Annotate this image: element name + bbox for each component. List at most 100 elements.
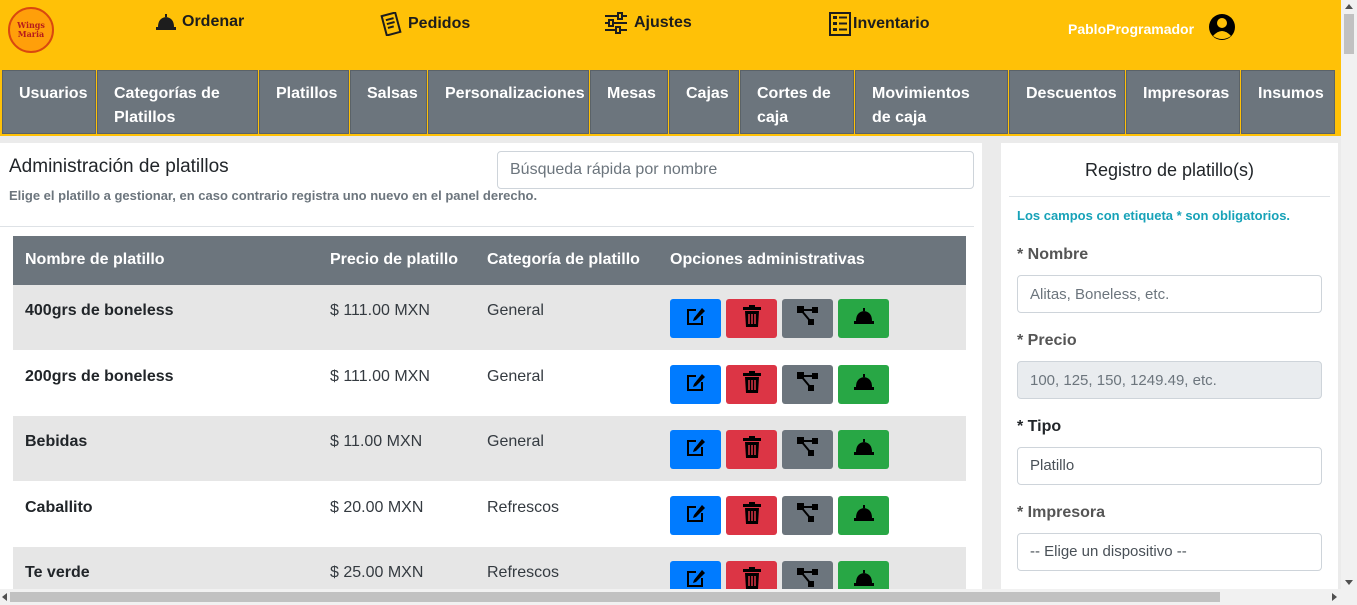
edit-button[interactable]: [670, 299, 721, 338]
table-row: 200grs de boneless $ 111.00 MXN General: [13, 350, 966, 416]
precio-field[interactable]: [1017, 361, 1322, 399]
platillo-price: $ 111.00 MXN: [330, 367, 430, 385]
impresora-label: * Impresora: [1017, 504, 1106, 521]
relations-button[interactable]: [782, 430, 833, 469]
nav-ajustes[interactable]: Ajustes: [604, 12, 692, 34]
tab-mesas[interactable]: Mesas: [590, 70, 668, 134]
platillo-name: Te verde: [25, 564, 90, 581]
top-navbar: Wings Maria Ordenar Pedidos Ajustes Inven…: [0, 0, 1341, 68]
tab-label: Cortes de caja: [757, 85, 831, 126]
table-row: 400grs de boneless $ 111.00 MXN General: [13, 285, 966, 350]
brand-logo[interactable]: Wings Maria: [8, 7, 54, 53]
nombre-label: * Nombre: [1017, 246, 1089, 263]
bell-icon: [853, 373, 874, 396]
tipo-select[interactable]: Platillo: [1017, 447, 1322, 485]
tab-salsas[interactable]: Salsas: [350, 70, 427, 134]
edit-button[interactable]: [670, 430, 721, 469]
trash-icon: [742, 370, 761, 398]
nodes-icon: [796, 502, 819, 528]
nodes-icon: [796, 371, 819, 397]
impresora-value: -- Elige un dispositivo --: [1030, 543, 1187, 560]
nav-ajustes-label: Ajustes: [634, 14, 692, 31]
tab-categorias[interactable]: Categorías de Platillos: [97, 70, 258, 134]
vertical-scrollbar[interactable]: [1341, 0, 1357, 605]
header-nombre: Nombre de platillo: [25, 251, 165, 268]
platillo-price: $ 20.00 MXN: [330, 498, 424, 516]
header-categoria: Categoría de platillo: [487, 251, 640, 268]
scroll-right-icon[interactable]: [1332, 593, 1337, 601]
order-button[interactable]: [838, 430, 889, 469]
delete-button[interactable]: [726, 430, 777, 469]
logo-line-2: Maria: [17, 29, 45, 39]
platillo-name: Bebidas: [25, 433, 88, 450]
user-menu[interactable]: PabloProgramador: [1068, 13, 1236, 44]
platillo-name: 400grs de boneless: [25, 302, 174, 319]
platillos-admin-panel: Administración de platillos Elige el pla…: [0, 143, 982, 593]
edit-button[interactable]: [670, 495, 721, 535]
divider: [1009, 196, 1330, 197]
bell-icon: [853, 504, 874, 527]
scrollbar-thumb[interactable]: [1344, 14, 1354, 54]
scrollbar-thumb[interactable]: [10, 592, 1220, 602]
nav-ordenar[interactable]: Ordenar: [156, 12, 244, 32]
search-input[interactable]: [497, 151, 974, 189]
nodes-icon: [796, 437, 819, 462]
delete-button[interactable]: [726, 364, 777, 404]
table-row: Caballito $ 20.00 MXN Refrescos: [13, 481, 966, 547]
delete-button[interactable]: [726, 495, 777, 535]
tab-movimientos-caja[interactable]: Movimientos de caja: [855, 70, 1008, 134]
row-actions: [670, 430, 889, 469]
tab-label: Impresoras: [1143, 85, 1230, 102]
order-button[interactable]: [838, 495, 889, 535]
inventory-icon: [829, 12, 851, 36]
scroll-down-icon[interactable]: [1345, 580, 1353, 585]
tab-personalizaciones[interactable]: Personalizaciones: [428, 70, 589, 134]
edit-icon: [684, 370, 708, 399]
tab-descuentos[interactable]: Descuentos: [1009, 70, 1125, 134]
nav-pedidos-label: Pedidos: [408, 15, 471, 32]
relations-button[interactable]: [782, 299, 833, 338]
tab-label: Usuarios: [19, 85, 88, 102]
horizontal-scrollbar[interactable]: [0, 589, 1341, 605]
nombre-field[interactable]: [1017, 275, 1322, 313]
nodes-icon: [796, 306, 819, 331]
platillo-category: General: [487, 367, 544, 385]
relations-button[interactable]: [782, 364, 833, 404]
edit-icon: [684, 501, 708, 530]
row-actions: [670, 364, 889, 404]
table-header: Nombre de platillo Precio de platillo Ca…: [13, 236, 966, 285]
page-subtitle: Elige el platillo a gestionar, en caso c…: [9, 188, 538, 203]
nav-pedidos[interactable]: Pedidos: [380, 12, 470, 36]
scroll-up-icon[interactable]: [1345, 4, 1353, 9]
required-note: Los campos con etiqueta * son obligatori…: [1017, 208, 1291, 223]
divider: [0, 226, 974, 227]
nav-inventario[interactable]: Inventario: [829, 12, 929, 36]
platillo-category: General: [487, 302, 544, 319]
tab-insumos[interactable]: Insumos: [1241, 70, 1335, 134]
order-button[interactable]: [838, 299, 889, 338]
trash-icon: [742, 436, 761, 463]
tab-cortes-caja[interactable]: Cortes de caja: [740, 70, 854, 134]
tab-cajas[interactable]: Cajas: [669, 70, 739, 134]
sliders-icon: [604, 12, 628, 34]
registro-panel: Registro de platillo(s) Los campos con e…: [1001, 143, 1338, 593]
tab-impresoras[interactable]: Impresoras: [1126, 70, 1240, 134]
tab-label: Salsas: [367, 85, 418, 102]
form-title: Registro de platillo(s): [1084, 160, 1255, 180]
scroll-left-icon[interactable]: [2, 593, 7, 601]
row-actions: [670, 495, 889, 535]
tab-usuarios[interactable]: Usuarios: [2, 70, 96, 134]
order-button[interactable]: [838, 364, 889, 404]
relations-button[interactable]: [782, 495, 833, 535]
impresora-select[interactable]: -- Elige un dispositivo --: [1017, 533, 1322, 571]
tab-label: Insumos: [1258, 85, 1324, 102]
tab-label: Movimientos de caja: [872, 85, 970, 126]
delete-button[interactable]: [726, 299, 777, 338]
admin-tabs: Usuarios Categorías de Platillos Platill…: [0, 68, 1341, 136]
edit-button[interactable]: [670, 364, 721, 404]
platillo-price: $ 11.00 MXN: [330, 433, 423, 450]
tab-label: Categorías de Platillos: [114, 85, 220, 126]
tab-label: Descuentos: [1026, 85, 1117, 102]
tab-platillos[interactable]: Platillos: [259, 70, 349, 134]
platillo-name: 200grs de boneless: [25, 367, 174, 385]
